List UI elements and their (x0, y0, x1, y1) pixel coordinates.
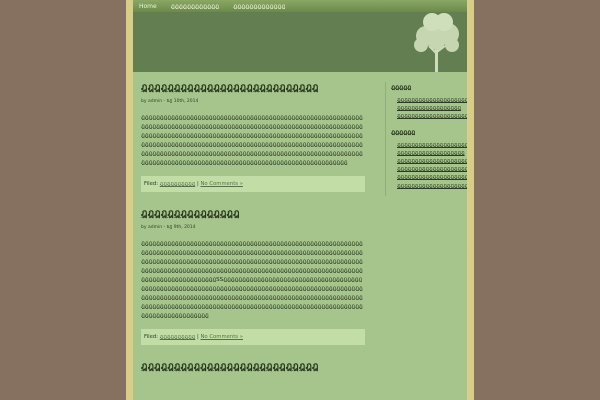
sidebar-link[interactable]: ฎฎฎฎฎฎฎฎฎฎฎฎฎฎฎฎฎฎฎฎฎ (397, 141, 467, 149)
top-nav: Home ฎฎฎฎฎฎฎฎฎฎฎฎ ฎฎฎฎฎฎฎฎฎฎฎฎฎ (133, 0, 467, 12)
post-list: ฎฎฎฎฎฎฎฎฎฎฎฎฎฎฎฎฎฎฎฎฎฎฎฎฎฎฎ by admin - ธ… (141, 80, 365, 388)
post-footer: Filed: ฎฎฎฎฎฎฎฎฎฎ | No Comments » (141, 176, 365, 192)
category-link[interactable]: ฎฎฎฎฎฎฎฎฎฎ (160, 181, 196, 187)
post-title[interactable]: ฎฎฎฎฎฎฎฎฎฎฎฎฎฎฎฎฎฎฎฎฎฎฎฎฎฎฎ (141, 359, 365, 374)
sidebar-link[interactable]: ฎฎฎฎฎฎฎฎฎฎฎฎฎฎฎฎฎฎฎฎฎฎฎฎฎฎฎฎฎ (397, 157, 467, 165)
post-body: ฎฎฎฎฎฎฎฎฎฎฎฎฎฎฎฎฎฎฎฎฎฎฎฎฎฎฎฎฎฎฎฎฎฎฎฎฎฎฎฎ… (141, 115, 363, 166)
separator: | (196, 334, 199, 340)
post-title[interactable]: ฎฎฎฎฎฎฎฎฎฎฎฎฎฎฎ (141, 206, 365, 221)
tree-icon (414, 13, 459, 72)
sidebar-heading: ฎฎฎฎฎ (391, 84, 412, 91)
nav-item-1[interactable]: ฎฎฎฎฎฎฎฎฎฎฎฎ (165, 1, 227, 11)
filed-label: Filed: (144, 181, 159, 187)
sidebar-link[interactable]: ฎฎฎฎฎฎฎฎฎฎฎฎฎฎฎฎฎฎฎฎฎฎฎฎฎฎฎฎฎ (397, 96, 467, 104)
sidebar-link[interactable]: ฎฎฎฎฎฎฎฎฎฎฎฎฎฎฎฎฎฎฎ (397, 149, 467, 157)
filed-label: Filed: (144, 334, 159, 340)
post: ฎฎฎฎฎฎฎฎฎฎฎฎฎฎฎฎฎฎฎฎฎฎฎฎฎฎฎ (141, 359, 365, 374)
content-area: ฎฎฎฎฎฎฎฎฎฎฎฎฎฎฎฎฎฎฎฎฎฎฎฎฎฎฎ by admin - ธ… (133, 72, 467, 400)
sidebar-link[interactable]: ฎฎฎฎฎฎฎฎฎฎฎฎฎฎฎฎฎฎฎฎฎฎฎฎ (397, 165, 467, 173)
nav-item-2[interactable]: ฎฎฎฎฎฎฎฎฎฎฎฎฎ (227, 1, 293, 11)
post: ฎฎฎฎฎฎฎฎฎฎฎฎฎฎฎ by admin - ธฎ 9th, 2014 … (141, 206, 365, 345)
post-meta: by admin - ธฎ 10th, 2014 (141, 99, 199, 104)
sidebar-link[interactable]: ฎฎฎฎฎฎฎฎฎฎฎฎฎฎฎฎฎฎฎฎฎฎฎฎฎฎฎฎฎ (397, 173, 467, 181)
sidebar-link[interactable]: ฎฎฎฎฎฎฎฎฎฎฎฎฎฎฎฎฎฎฎฎฎฎฎฎฎฎฎฎฎ (397, 112, 467, 120)
comments-link[interactable]: No Comments » (200, 181, 243, 187)
site-header (133, 12, 467, 72)
post-body: ฎฎฎฎฎฎฎฎฎฎฎฎฎฎฎฎฎฎฎฎฎฎฎฎฎฎฎฎฎฎฎฎฎฎฎฎฎฎฎฎ… (141, 241, 363, 319)
nav-home[interactable]: Home (133, 3, 165, 10)
sidebar: ฎฎฎฎฎ ฎฎฎฎฎฎฎฎฎฎฎฎฎฎฎฎฎฎฎฎ ฎฎฎฎฎฎฎฎฎ ฎฎฎฎ… (385, 82, 467, 196)
sidebar-heading: ฎฎฎฎฎฎ (391, 128, 416, 136)
sidebar-link[interactable]: ฎฎฎฎฎฎฎฎฎฎฎฎฎฎฎฎฎฎ (397, 104, 467, 112)
post-meta: by admin - ธฎ 9th, 2014 (141, 225, 196, 230)
comments-link[interactable]: No Comments » (200, 334, 243, 340)
post-title[interactable]: ฎฎฎฎฎฎฎฎฎฎฎฎฎฎฎฎฎฎฎฎฎฎฎฎฎฎฎ (141, 80, 365, 95)
sidebar-link[interactable]: ฎฎฎฎฎฎฎฎฎฎฎฎฎฎฎฎฎฎฎฎฎฎฎฎฎฎฎฎฎฎฎฎฎฎฎ (397, 182, 467, 190)
post: ฎฎฎฎฎฎฎฎฎฎฎฎฎฎฎฎฎฎฎฎฎฎฎฎฎฎฎ by admin - ธ… (141, 80, 365, 192)
separator: | (196, 181, 199, 187)
post-footer: Filed: ฎฎฎฎฎฎฎฎฎฎ | No Comments » (141, 329, 365, 345)
category-link[interactable]: ฎฎฎฎฎฎฎฎฎฎ (160, 334, 196, 340)
sidebar-list: ฎฎฎฎฎฎฎฎฎฎฎฎฎฎฎฎฎฎฎฎ ฎฎฎฎฎฎฎฎฎ ฎฎฎฎฎฎฎฎฎฎ… (391, 96, 467, 121)
sidebar-list: ฎฎฎฎฎฎฎฎฎฎฎฎฎฎฎฎฎฎฎฎฎ ฎฎฎฎฎฎฎฎฎฎฎฎฎฎฎฎฎฎ… (391, 141, 467, 190)
page: Home ฎฎฎฎฎฎฎฎฎฎฎฎ ฎฎฎฎฎฎฎฎฎฎฎฎฎ ฎฎฎฎฎฎฎฎ… (133, 0, 467, 400)
